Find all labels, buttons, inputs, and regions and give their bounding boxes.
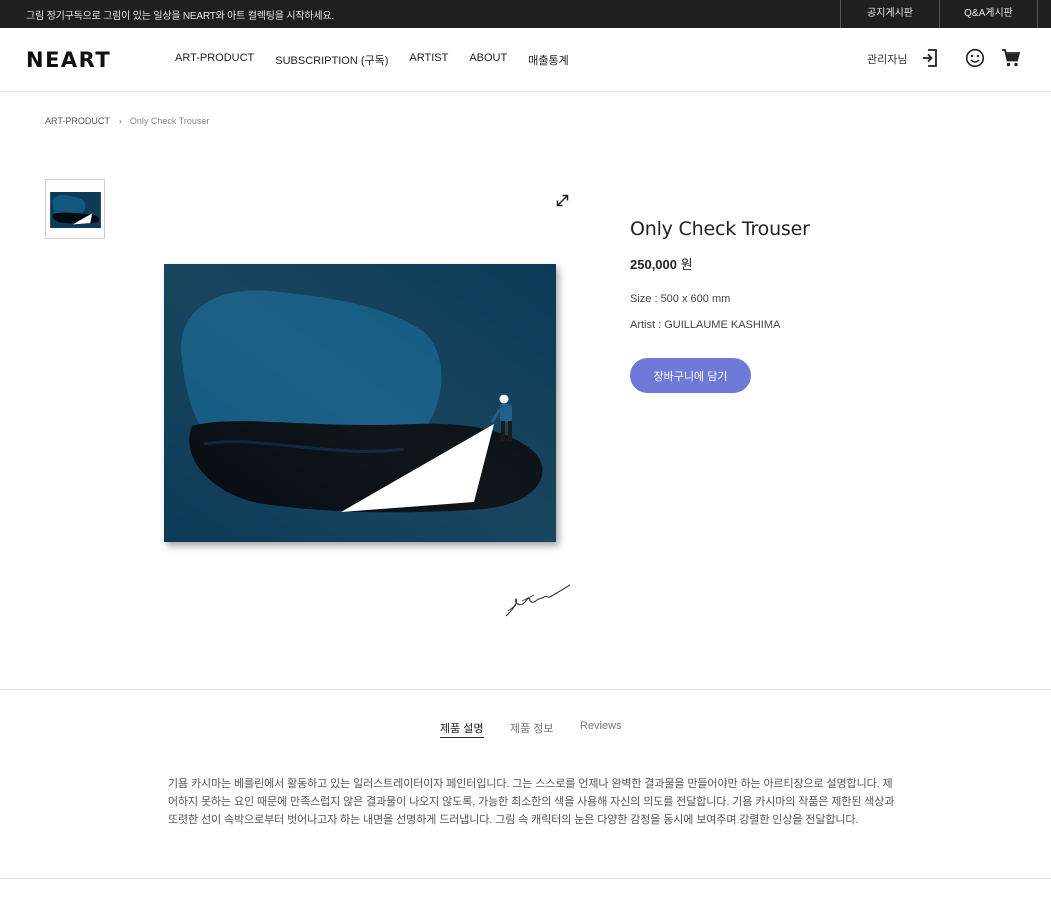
qna-board-link[interactable]: Q&A게시판 — [939, 0, 1038, 28]
tab-reviews[interactable]: Reviews — [580, 720, 622, 732]
price-unit: 원 — [680, 257, 693, 272]
admin-user-label: 관리자님 — [867, 54, 908, 66]
nav-about[interactable]: ABOUT — [469, 52, 507, 68]
login-icon[interactable] — [921, 48, 939, 68]
site-logo[interactable]: NEART — [26, 48, 111, 72]
artist-signature-image — [504, 581, 572, 619]
main-nav: ART-PRODUCT SUBSCRIPTION (구독) ARTIST ABO… — [175, 52, 590, 68]
top-announcement-bar: 그림 정기구독으로 그림이 있는 일상을 NEART와 아트 컬렉팅을 시작하세… — [0, 0, 1051, 28]
product-title: Only Check Trouser — [630, 218, 810, 240]
tab-info[interactable]: 제품 정보 — [510, 720, 554, 736]
nav-subscription[interactable]: SUBSCRIPTION (구독) — [275, 52, 388, 68]
product-tabs: 제품 설명 제품 정보 Reviews — [0, 720, 1051, 740]
section-divider-bottom — [0, 878, 1051, 879]
top-links: 공지게시판 Q&A게시판 — [840, 0, 1038, 28]
add-to-cart-button[interactable]: 장바구니에 담기 — [630, 358, 751, 393]
nav-art-product[interactable]: ART-PRODUCT — [175, 52, 254, 68]
announcement-text: 그림 정기구독으로 그림이 있는 일상을 NEART와 아트 컬렉팅을 시작하세… — [26, 11, 334, 22]
product-artwork-image — [164, 264, 556, 542]
notice-board-link[interactable]: 공지게시판 — [840, 0, 939, 28]
expand-icon[interactable] — [556, 194, 569, 207]
breadcrumb-current: Only Check Trouser — [129, 116, 210, 126]
breadcrumb-parent[interactable]: ART-PRODUCT — [45, 116, 110, 126]
price-value: 250,000 — [630, 257, 677, 272]
nav-artist[interactable]: ARTIST — [409, 52, 448, 68]
breadcrumb-separator: › — [118, 116, 122, 126]
product-thumbnail[interactable] — [45, 179, 105, 239]
product-description: 기욤 카시마는 베를린에서 활동하고 있는 일러스트레이터이자 페인터입니다. … — [168, 778, 895, 826]
nav-sales-stats[interactable]: 매출통계 — [528, 52, 568, 68]
section-divider — [0, 689, 1051, 690]
product-size: Size : 500 x 600 mm — [630, 293, 731, 305]
breadcrumb: ART-PRODUCT › Only Check Trouser — [45, 116, 209, 126]
cart-icon[interactable] — [1001, 48, 1021, 68]
tab-description[interactable]: 제품 설명 — [440, 720, 484, 738]
site-header: NEART ART-PRODUCT SUBSCRIPTION (구독) ARTI… — [0, 28, 1051, 92]
product-artist: Artist : GUILLAUME KASHIMA — [630, 319, 781, 331]
product-price: 250,000 원 — [630, 254, 693, 273]
smile-icon[interactable] — [965, 48, 985, 68]
